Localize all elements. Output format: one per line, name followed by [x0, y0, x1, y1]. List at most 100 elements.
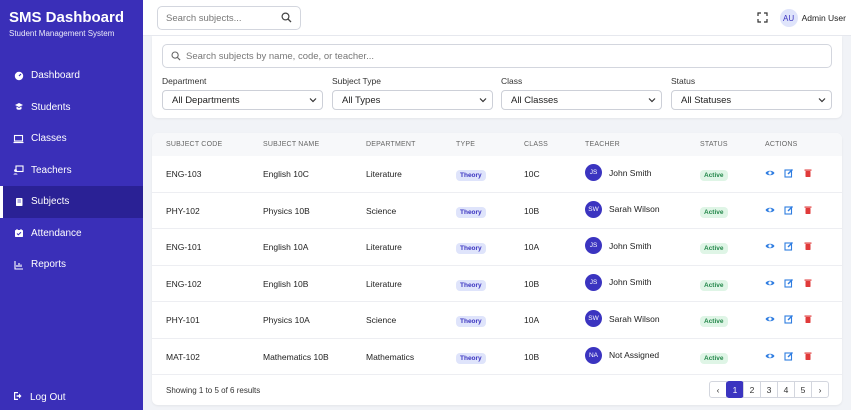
students-icon [13, 102, 24, 113]
class: 10A [524, 315, 540, 325]
class: 10B [524, 205, 540, 216]
row-actions [765, 314, 822, 324]
subject-name: English 10B [263, 278, 309, 289]
view-icon[interactable] [765, 205, 775, 215]
view-icon[interactable] [765, 241, 775, 251]
teacher: JS John Smith [585, 273, 652, 291]
sidebar-nav: Dashboard Students Classes Teachers Subjects… [0, 60, 143, 281]
table-row: PHY-101 Physics 10A Science Theory 10A SW Sara… [152, 302, 842, 339]
edit-icon[interactable] [784, 205, 794, 215]
sidebar-item-label: Classes [31, 133, 67, 145]
class: 10A [524, 242, 540, 252]
search-icon [281, 12, 292, 26]
type-badge: Theory [456, 352, 486, 364]
logout-icon [13, 391, 23, 404]
class-select-value: All Classes [511, 95, 558, 106]
edit-icon[interactable] [784, 314, 794, 324]
class: 10B [524, 278, 540, 289]
sidebar-item-label: Reports [31, 259, 67, 271]
search-icon [171, 51, 181, 64]
department-select[interactable]: All Departments [162, 90, 323, 110]
delete-icon[interactable] [803, 351, 813, 361]
edit-icon[interactable] [784, 241, 794, 251]
table-footer: Showing 1 to 5 of 6 results ‹ 1 2 3 4 5 › [152, 374, 842, 405]
teacher-name: Sarah Wilson [609, 313, 660, 324]
sidebar-item-teachers[interactable]: Teachers [0, 155, 143, 187]
delete-icon[interactable] [803, 241, 813, 251]
column-header-actions: ACTIONS [765, 141, 798, 148]
sidebar-item-students[interactable]: Students [0, 92, 143, 124]
delete-icon[interactable] [803, 278, 813, 288]
department-select-value: All Departments [172, 95, 240, 106]
teacher-avatar: JS [585, 237, 602, 254]
type-select-value: All Types [342, 95, 381, 106]
page-button-2[interactable]: 2 [743, 381, 761, 398]
row-actions [765, 168, 822, 178]
type-filter: Subject Type All Types [332, 76, 493, 110]
subject-search-placeholder: Search subjects by name, code, or teache… [186, 51, 374, 62]
chevron-down-icon [479, 96, 487, 107]
department-filter-label: Department [162, 76, 207, 86]
classes-icon [13, 133, 24, 144]
fullscreen-icon[interactable] [756, 11, 768, 25]
edit-icon[interactable] [784, 278, 794, 288]
class: 10B [524, 351, 540, 362]
column-header-teacher: TEACHER [585, 141, 620, 148]
class-select[interactable]: All Classes [501, 90, 662, 110]
user-avatar[interactable]: AU [779, 9, 798, 27]
sidebar-item-subjects[interactable]: Subjects [0, 186, 143, 218]
row-actions [765, 351, 822, 361]
subject-code: ENG-101 [166, 242, 202, 252]
status-badge: Active [700, 170, 728, 181]
teacher-avatar: SW [585, 200, 602, 218]
type-badge: Theory [456, 243, 486, 254]
type-badge: Theory [456, 170, 486, 181]
column-header-status: STATUS [700, 141, 728, 148]
teacher-name: Not Assigned [609, 350, 660, 360]
showing-results-text: Showing 1 to 5 of 6 results [166, 386, 261, 395]
delete-icon[interactable] [803, 205, 813, 215]
page-button-4[interactable]: 4 [777, 381, 795, 398]
view-icon[interactable] [765, 314, 775, 324]
reports-icon [13, 259, 24, 270]
view-icon[interactable] [765, 168, 775, 178]
delete-icon[interactable] [803, 314, 813, 324]
subject-search-input[interactable]: Search subjects by name, code, or teache… [162, 44, 832, 68]
logout-button[interactable]: Log Out [13, 391, 66, 404]
sidebar-item-classes[interactable]: Classes [0, 123, 143, 155]
top-right-area: AU Admin User [756, 9, 846, 27]
view-icon[interactable] [765, 351, 775, 361]
teacher: SW Sarah Wilson [585, 200, 660, 218]
type-badge: Theory [456, 279, 486, 291]
status-filter: Status All Statuses [671, 76, 832, 110]
teacher-name: John Smith [609, 277, 652, 287]
sidebar-item-label: Teachers [31, 164, 72, 176]
brand-title: SMS Dashboard [9, 9, 125, 26]
sidebar-item-dashboard[interactable]: Dashboard [0, 60, 143, 92]
status-select[interactable]: All Statuses [671, 90, 832, 110]
user-name[interactable]: Admin User [802, 13, 846, 23]
teacher-avatar: JS [585, 164, 602, 181]
subject-name: Mathematics 10B [263, 351, 329, 362]
sidebar: SMS Dashboard Student Management System … [0, 0, 143, 410]
page-button-3[interactable]: 3 [760, 381, 778, 398]
table-body: ENG-103 English 10C Literature Theory 10C JS J… [152, 156, 842, 375]
page-button-5[interactable]: 5 [794, 381, 812, 398]
sidebar-item-attendance[interactable]: Attendance [0, 218, 143, 250]
row-actions [765, 278, 822, 288]
view-icon[interactable] [765, 278, 775, 288]
edit-icon[interactable] [784, 168, 794, 178]
edit-icon[interactable] [784, 351, 794, 361]
teacher: SW Sarah Wilson [585, 310, 660, 327]
page-button-1[interactable]: 1 [726, 381, 744, 398]
table-row: ENG-101 English 10A Literature Theory 10A JS J… [152, 229, 842, 266]
delete-icon[interactable] [803, 168, 813, 178]
top-search-input[interactable]: Search subjects... [157, 6, 301, 30]
next-page-button[interactable]: › [811, 381, 829, 398]
subject-code: ENG-102 [166, 278, 202, 289]
department: Science [366, 315, 397, 325]
prev-page-button[interactable]: ‹ [709, 381, 727, 398]
sidebar-item-reports[interactable]: Reports [0, 249, 143, 281]
type-select[interactable]: All Types [332, 90, 493, 110]
subject-code: ENG-103 [166, 169, 202, 179]
